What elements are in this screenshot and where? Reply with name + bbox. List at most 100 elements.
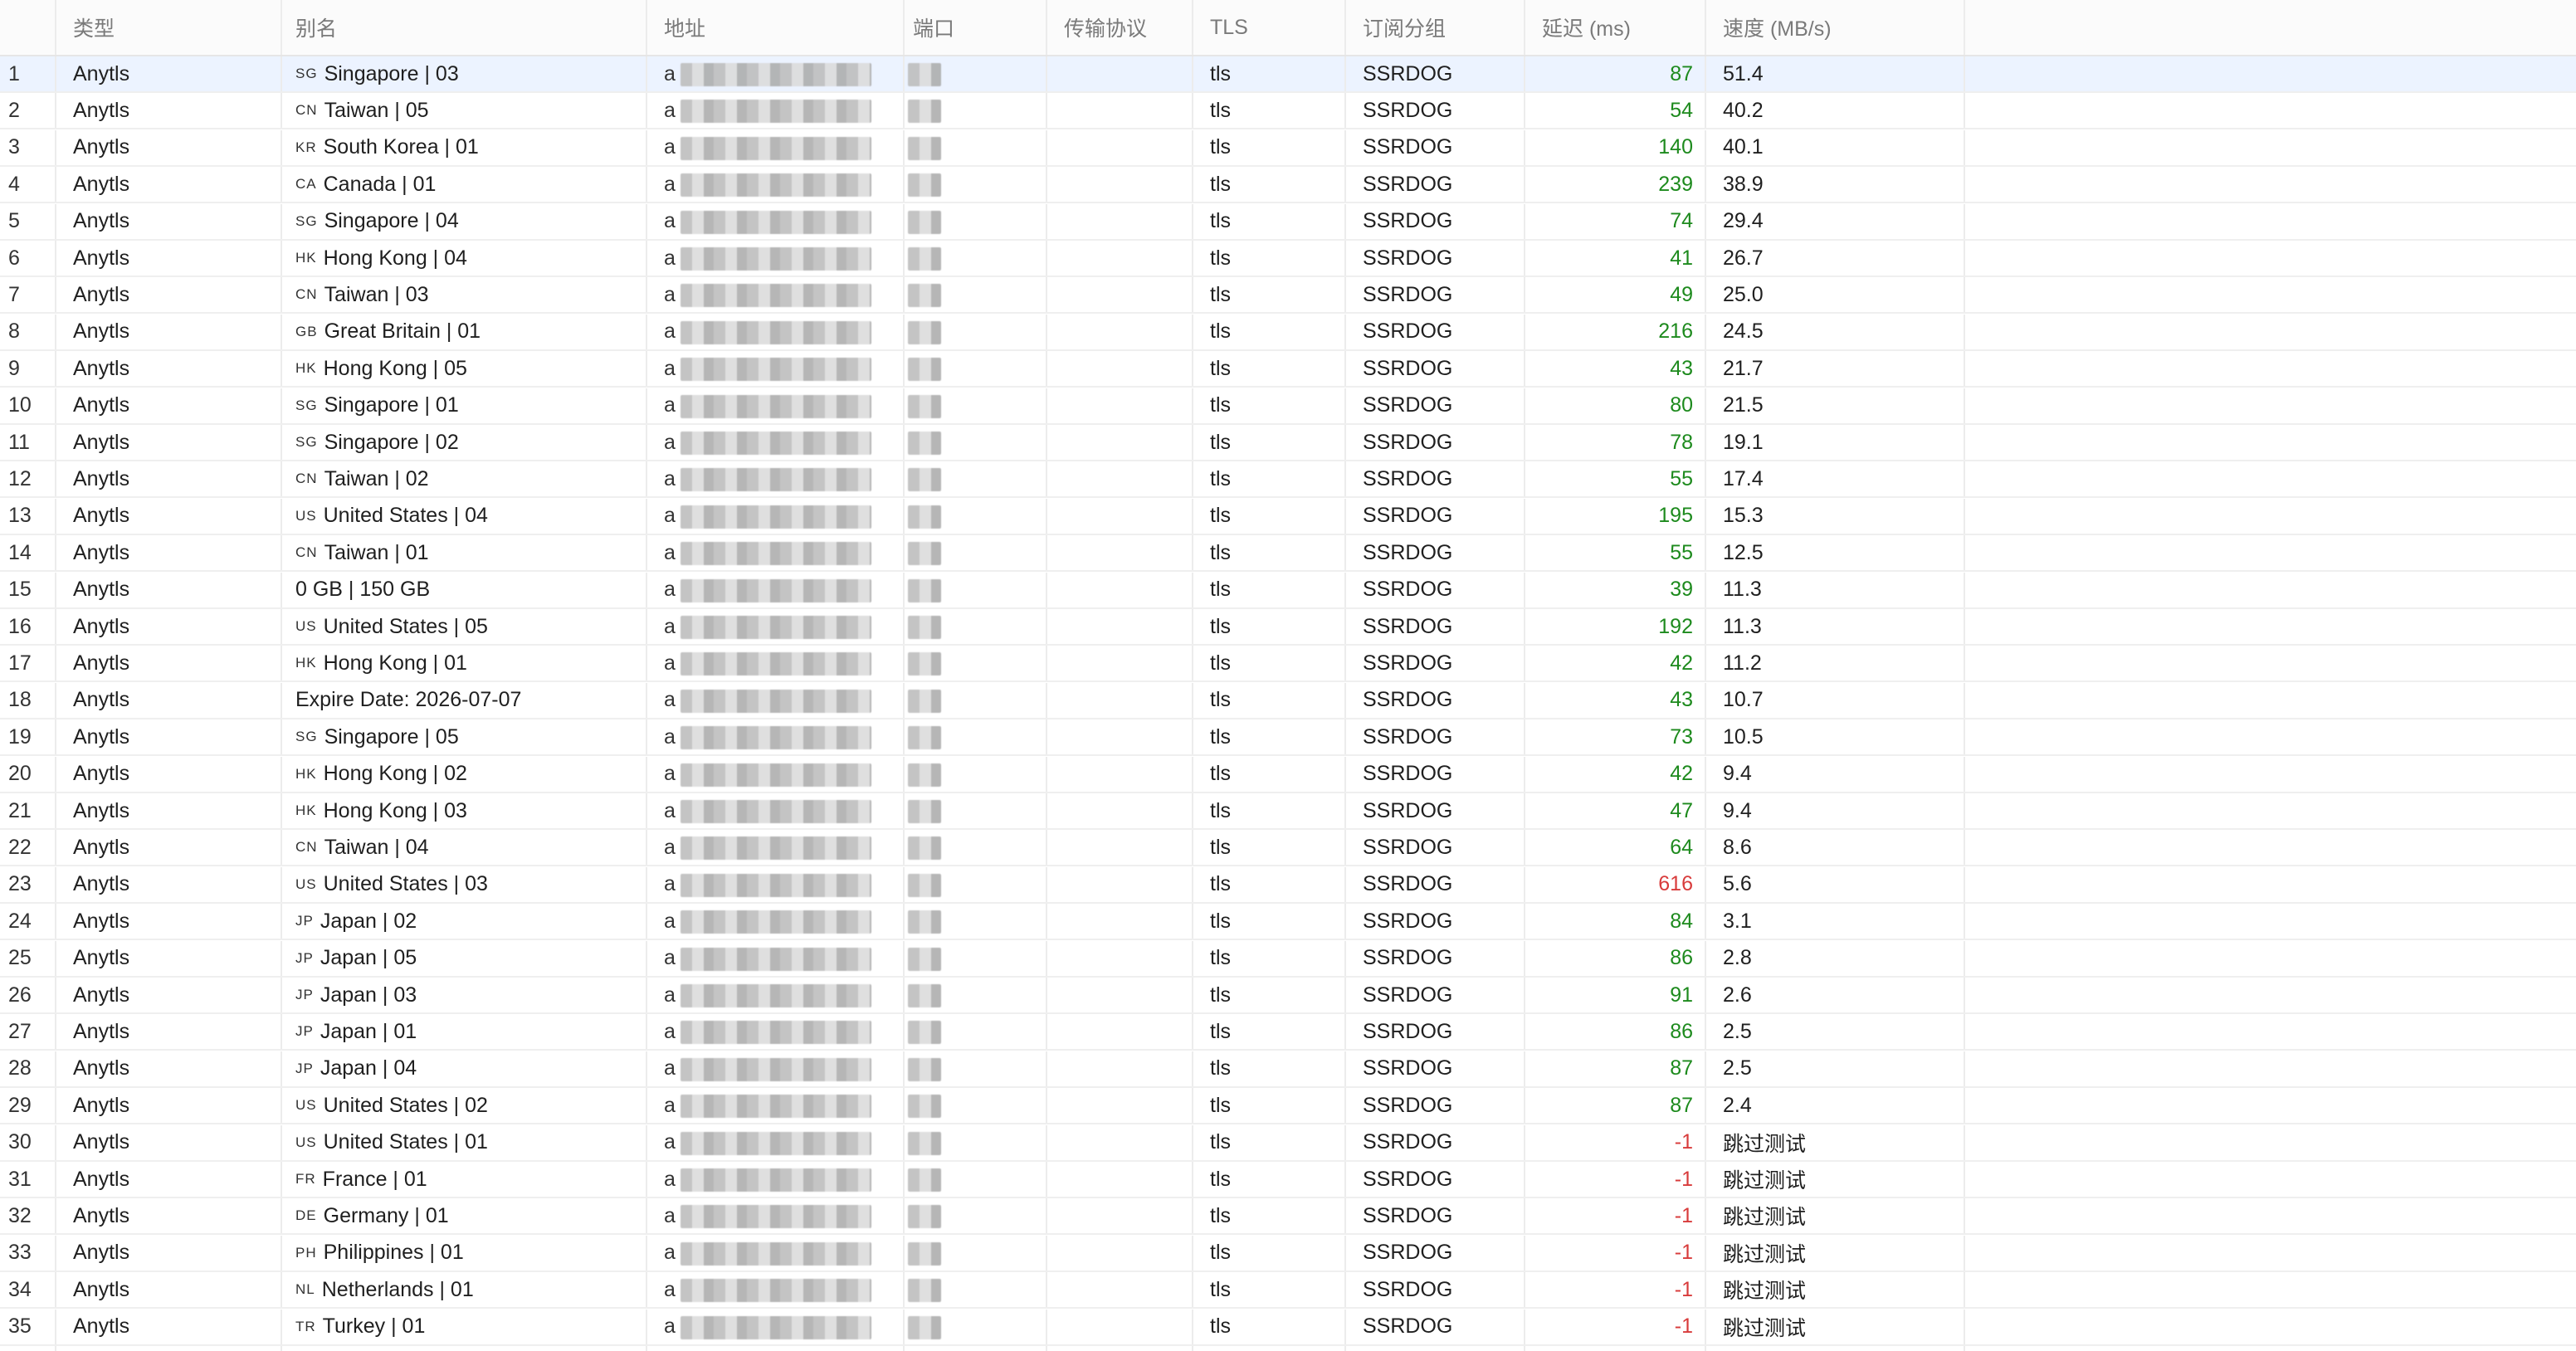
header-tls[interactable]: TLS	[1193, 0, 1346, 55]
row-port	[905, 425, 1047, 460]
table-row[interactable]: 12 Anytls CN Taiwan | 02 a tls SSRDOG 55 17.4	[0, 461, 2576, 499]
table-row[interactable]: 36AnytlsVietnam | 01a tlsSSRDOG-1跳过测试	[0, 1346, 2576, 1351]
header-delay[interactable]: 延迟 (ms)	[1525, 0, 1706, 55]
redacted-address-mask	[681, 284, 871, 308]
table-row[interactable]: 35 Anytls TR Turkey | 01 a tls SSRDOG -1 跳过测试	[0, 1309, 2576, 1346]
table-row[interactable]: 7 Anytls CN Taiwan | 03 a tls SSRDOG 49 25.0	[0, 277, 2576, 315]
table-row[interactable]: 27 Anytls JP Japan | 01 a tls SSRDOG 86 2.5	[0, 1014, 2576, 1051]
row-group: SSRDOG	[1346, 609, 1525, 644]
table-row[interactable]: 21 Anytls HK Hong Kong | 03 a tls SSRDOG 47 9.4	[0, 793, 2576, 830]
row-index: 4	[0, 167, 56, 202]
table-row[interactable]: 17 Anytls HK Hong Kong | 01 a tls SSRDOG 42 11.2	[0, 646, 2576, 683]
row-delay: 195	[1525, 498, 1706, 534]
row-delay: 140	[1525, 129, 1706, 165]
table-row[interactable]: 24 Anytls JP Japan | 02 a tls SSRDOG 84 3.1	[0, 904, 2576, 941]
row-address-text: a	[664, 835, 676, 859]
table-row[interactable]: 3 Anytls KR South Korea | 01 a tls SSRDOG 140 40…	[0, 129, 2576, 167]
row-index: 14	[0, 535, 56, 571]
table-row[interactable]: 33 Anytls PH Philippines | 01 a tls SSRDOG -1 跳过…	[0, 1235, 2576, 1272]
row-speed: 11.3	[1706, 609, 1965, 644]
row-protocol	[1047, 1198, 1193, 1234]
table-row[interactable]: 26 Anytls JP Japan | 03 a tls SSRDOG 91 2.6	[0, 978, 2576, 1014]
row-index: 16	[0, 609, 56, 644]
table-row[interactable]: 34 Anytls NL Netherlands | 01 a tls SSRDOG -1 跳过…	[0, 1272, 2576, 1310]
table-row[interactable]: 15 Anytls 0 GB | 150 GB a tls SSRDOG 39 11.3	[0, 572, 2576, 609]
table-row[interactable]: 1 Anytls SG Singapore | 03 a tls SSRDOG 87 51.4	[0, 56, 2576, 93]
row-type: Anytls	[56, 1088, 282, 1124]
row-name-label: Hong Kong | 02	[323, 762, 467, 786]
row-address: a	[647, 1051, 905, 1086]
header-group[interactable]: 订阅分组	[1346, 0, 1525, 55]
header-address[interactable]: 地址	[647, 0, 905, 55]
row-address-text: a	[664, 983, 676, 1007]
redacted-address-mask	[681, 432, 871, 455]
table-row[interactable]: 4 Anytls CA Canada | 01 a tls SSRDOG 239 38.9	[0, 167, 2576, 204]
header-port[interactable]: 端口	[905, 0, 1047, 55]
country-code-badge: TR	[295, 1318, 316, 1334]
redacted-port-mask	[908, 800, 941, 823]
row-type: Anytls	[56, 314, 282, 349]
header-protocol[interactable]: 传输协议	[1047, 0, 1193, 55]
row-group: SSRDOG	[1346, 314, 1525, 349]
row-filler	[1965, 1125, 2576, 1160]
redacted-address-mask	[681, 247, 871, 271]
row-name: TR Turkey | 01	[282, 1309, 647, 1344]
country-code-badge: CN	[295, 102, 318, 119]
table-row[interactable]: 29 Anytls US United States | 02 a tls SSRDOG 87…	[0, 1088, 2576, 1125]
redacted-address-mask	[681, 1279, 871, 1303]
country-code-badge: SG	[295, 397, 318, 413]
country-code-badge: US	[295, 507, 317, 524]
row-index: 24	[0, 904, 56, 939]
table-row[interactable]: 23 Anytls US United States | 03 a tls SSRDOG 61…	[0, 866, 2576, 904]
row-filler	[1965, 461, 2576, 496]
row-port	[905, 498, 1047, 534]
row-port	[905, 866, 1047, 902]
table-row[interactable]: 13 Anytls US United States | 04 a tls SSRDOG 19…	[0, 498, 2576, 535]
header-name[interactable]: 别名	[282, 0, 647, 55]
row-type: Anytls	[56, 535, 282, 571]
table-row[interactable]: 32 Anytls DE Germany | 01 a tls SSRDOG -1 跳过测试	[0, 1198, 2576, 1236]
table-row[interactable]: 28 Anytls JP Japan | 04 a tls SSRDOG 87 2.5	[0, 1051, 2576, 1088]
row-port	[905, 129, 1047, 165]
table-row[interactable]: 22 Anytls CN Taiwan | 04 a tls SSRDOG 64 8.6	[0, 830, 2576, 867]
row-protocol	[1047, 1309, 1193, 1344]
table-row[interactable]: 31 Anytls FR France | 01 a tls SSRDOG -1 跳过测试	[0, 1162, 2576, 1198]
row-port	[905, 646, 1047, 681]
row-tls: tls	[1193, 793, 1346, 828]
row-port	[905, 904, 1047, 939]
table-row[interactable]: 5 Anytls SG Singapore | 04 a tls SSRDOG 74 29.4	[0, 203, 2576, 241]
table-row[interactable]: 18 Anytls Expire Date: 2026-07-07 a tls SSRDO…	[0, 682, 2576, 719]
row-type: Anytls	[56, 93, 282, 129]
header-type[interactable]: 类型	[56, 0, 282, 55]
redacted-address-mask	[681, 542, 871, 566]
table-row[interactable]: 16 Anytls US United States | 05 a tls SSRDOG 19…	[0, 609, 2576, 646]
row-address: a	[647, 1124, 905, 1160]
row-name: Expire Date: 2026-07-07	[282, 682, 647, 718]
table-row[interactable]: 2 Anytls CN Taiwan | 05 a tls SSRDOG 54 40.2	[0, 93, 2576, 130]
table-row[interactable]: 11 Anytls SG Singapore | 02 a tls SSRDOG 78 19.1	[0, 425, 2576, 461]
row-name: CN Taiwan | 05	[282, 93, 647, 129]
row-type: Anytls	[56, 277, 282, 313]
row-filler	[1965, 56, 2576, 91]
row-group: SSRDOG	[1346, 351, 1525, 387]
row-filler	[1965, 351, 2576, 386]
redacted-address-mask	[681, 173, 871, 198]
row-type: Anytls	[56, 461, 282, 497]
table-row[interactable]: 14 Anytls CN Taiwan | 01 a tls SSRDOG 55 12.5	[0, 535, 2576, 573]
row-name-label: Turkey | 01	[322, 1314, 426, 1339]
redacted-port-mask	[908, 100, 941, 124]
row-group: SSRDOG	[1346, 498, 1525, 534]
row-type: Anytls	[56, 129, 282, 165]
header-speed[interactable]: 速度 (MB/s)	[1706, 0, 1965, 55]
row-protocol	[1047, 425, 1193, 460]
table-row[interactable]: 20 Anytls HK Hong Kong | 02 a tls SSRDOG 42 9.4	[0, 756, 2576, 793]
table-row[interactable]: 10 Anytls SG Singapore | 01 a tls SSRDOG 80 21.5	[0, 388, 2576, 425]
row-address-text: a	[664, 356, 676, 380]
table-row[interactable]: 30 Anytls US United States | 01 a tls SSRDOG -1…	[0, 1124, 2576, 1162]
table-row[interactable]: 19 Anytls SG Singapore | 05 a tls SSRDOG 73 10.5	[0, 719, 2576, 757]
redacted-port-mask	[908, 947, 941, 971]
table-row[interactable]: 25 Anytls JP Japan | 05 a tls SSRDOG 86 2.8	[0, 940, 2576, 978]
table-row[interactable]: 8 Anytls GB Great Britain | 01 a tls SSRDOG 216…	[0, 314, 2576, 351]
table-row[interactable]: 9 Anytls HK Hong Kong | 05 a tls SSRDOG 43 21.7	[0, 351, 2576, 388]
table-row[interactable]: 6 Anytls HK Hong Kong | 04 a tls SSRDOG 41 26.7	[0, 241, 2576, 277]
